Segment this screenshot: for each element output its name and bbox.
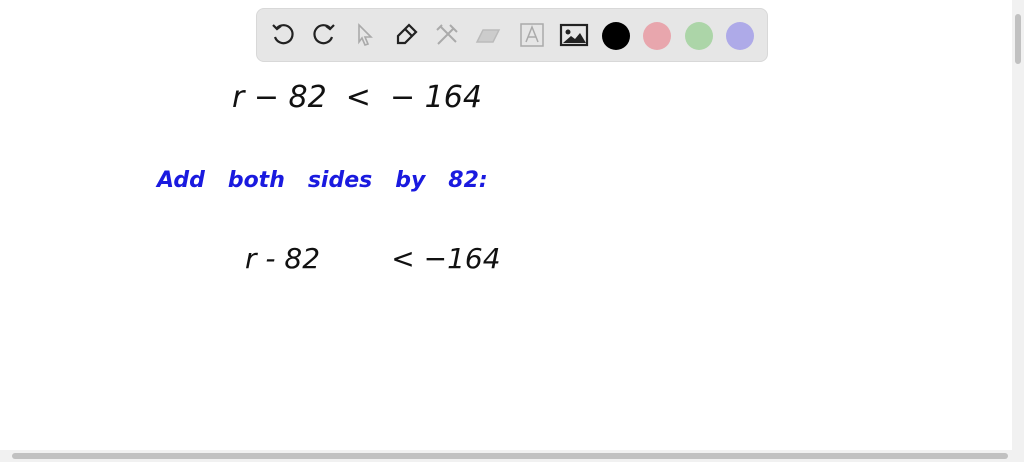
eraser-icon[interactable] [472, 19, 504, 51]
vertical-scrollbar[interactable] [1012, 0, 1024, 450]
horizontal-scroll-thumb[interactable] [12, 453, 1008, 459]
color-pink[interactable] [643, 22, 671, 50]
horizontal-scrollbar[interactable] [0, 450, 1024, 462]
instruction-note: Add both sides by 82: [157, 168, 488, 193]
pen-icon[interactable] [390, 19, 422, 51]
equation-line-2: r - 82 < −164 [245, 242, 501, 275]
color-black[interactable] [602, 22, 630, 50]
image-icon[interactable] [558, 19, 590, 51]
redo-icon[interactable] [308, 19, 340, 51]
drawing-toolbar [256, 8, 768, 62]
color-green[interactable] [685, 22, 713, 50]
vertical-scroll-thumb[interactable] [1015, 14, 1021, 64]
text-icon[interactable] [516, 19, 548, 51]
select-icon[interactable] [349, 19, 381, 51]
undo-icon[interactable] [267, 19, 299, 51]
color-purple[interactable] [726, 22, 754, 50]
equation-line-1: r − 82 < − 164 [232, 80, 482, 115]
tools-icon[interactable] [431, 19, 463, 51]
